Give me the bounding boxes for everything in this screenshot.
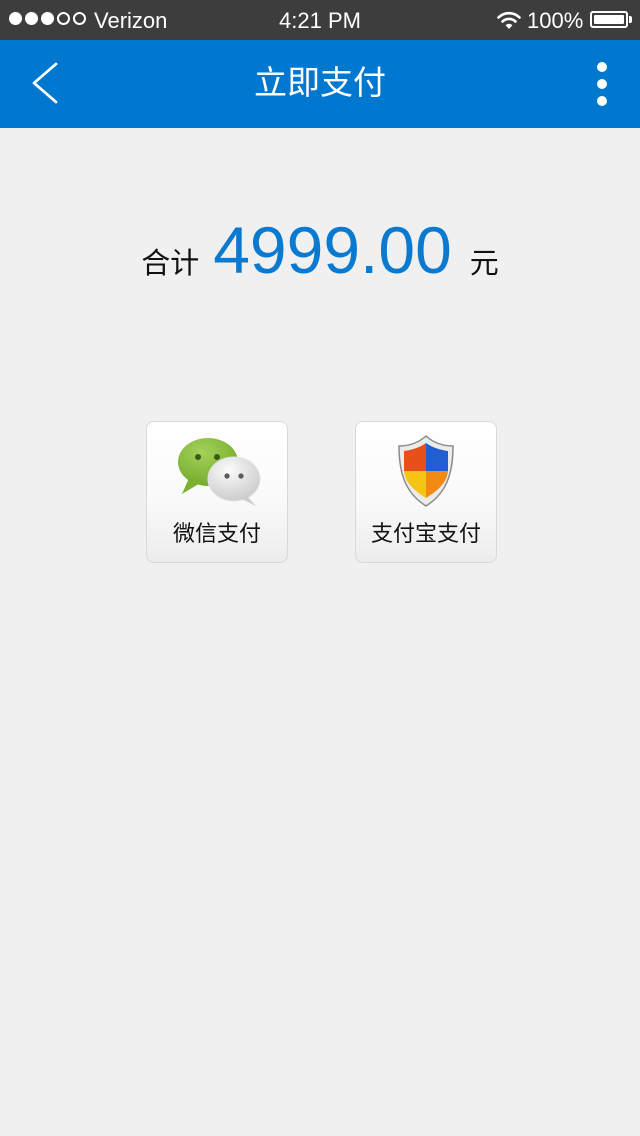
total-label: 合计 (141, 246, 200, 280)
alipay-button[interactable]: 支付宝支付 (355, 421, 497, 563)
back-button[interactable] (18, 54, 78, 114)
battery-tip (629, 16, 632, 23)
wechat-icon (147, 434, 287, 508)
wifi-icon (497, 10, 521, 36)
wechat-pay-label: 微信支付 (172, 522, 261, 547)
more-options-button[interactable] (582, 56, 622, 112)
battery-level (594, 15, 624, 24)
wechat-pay-button[interactable]: 微信支付 (146, 421, 288, 563)
page-title: 立即支付 (254, 63, 386, 102)
more-vertical-icon (597, 96, 607, 106)
order-total: 合计 4999.00 元 (0, 212, 640, 302)
alipay-shield-icon (356, 434, 496, 508)
more-vertical-icon (597, 62, 607, 72)
battery-icon (590, 11, 628, 28)
navigation-bar: 立即支付 (0, 40, 640, 128)
currency-unit: 元 (469, 246, 499, 280)
total-amount: 4999.00 (213, 213, 452, 287)
back-chevron-icon (32, 62, 58, 104)
more-vertical-icon (597, 79, 607, 89)
alipay-label: 支付宝支付 (370, 522, 481, 547)
status-bar: Verizon 4:21 PM 100% (0, 0, 640, 40)
battery-percentage: 100% (527, 8, 584, 33)
